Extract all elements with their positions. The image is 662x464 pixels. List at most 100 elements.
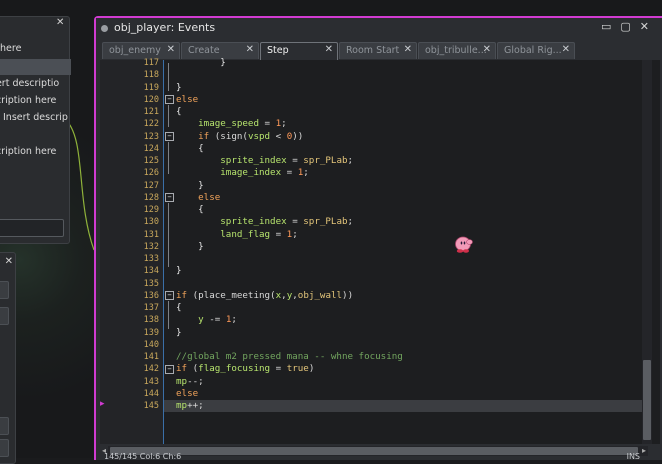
line-number: 122 — [143, 119, 159, 130]
scrollbar-thumb[interactable] — [643, 360, 651, 440]
vertical-scrollbar[interactable] — [642, 60, 652, 444]
tab-label: obj_enemy — [109, 45, 161, 56]
events-window: obj_player: Events ▭▢✕ obj_enemy ✕ Creat… — [94, 16, 662, 462]
panel-button[interactable] — [0, 281, 9, 299]
line-number: 135 — [143, 278, 159, 289]
panel-input[interactable] — [0, 219, 64, 237]
line-number: 136 — [143, 290, 159, 301]
code-line-138: y -= 1; — [198, 314, 237, 326]
line-number: 133 — [143, 254, 159, 264]
code-line-124: { — [198, 142, 204, 154]
code-line-127: } — [198, 179, 204, 191]
description-panel: ✕ n here sert descriptio scription here … — [0, 16, 71, 244]
line-number: 120 — [143, 94, 159, 105]
line-number: 140 — [143, 339, 159, 350]
code-editor[interactable]: 117 118 119 120 121 122 123 124 125 126 127 128 129 1… — [100, 57, 660, 456]
code-line-139: } — [176, 326, 182, 338]
code-line-123: if (sign(vspd < 0)) — [198, 130, 304, 142]
line-number: 123 — [143, 131, 159, 142]
code-line-134: } — [176, 265, 182, 277]
kirby-cursor-icon — [455, 236, 473, 253]
list-item[interactable]: Insert descrip — [3, 112, 83, 123]
fold-toggle-icon[interactable]: − — [165, 365, 174, 374]
code-line-137: { — [176, 302, 182, 313]
code-line-145-current: mp++; — [164, 400, 646, 413]
code-line-131: land_flag = 1; — [220, 228, 298, 240]
list-item[interactable]: n here — [0, 43, 71, 54]
insert-mode: INS — [626, 452, 640, 461]
close-tab-icon[interactable]: ✕ — [325, 44, 333, 55]
fold-toggle-icon[interactable]: − — [165, 291, 174, 300]
bookmark-arrow-icon: ▸ — [100, 399, 105, 409]
panel-button[interactable] — [0, 307, 9, 325]
code-line-119: } — [176, 81, 182, 93]
line-number: 134 — [143, 266, 159, 277]
code-line-125: sprite_index = spr_PLab; — [220, 155, 354, 166]
close-tab-icon[interactable]: ✕ — [404, 44, 412, 55]
line-number: 119 — [143, 82, 159, 93]
list-item[interactable]: scription here — [0, 146, 71, 157]
code-line-130: sprite_index = spr_PLab; — [220, 216, 354, 228]
panel-button[interactable] — [0, 439, 9, 457]
code-line-144: else — [176, 387, 199, 399]
fold-toggle-icon[interactable]: − — [165, 95, 174, 104]
fold-toggle-icon[interactable]: − — [165, 193, 174, 202]
line-number: 126 — [143, 168, 159, 179]
close-tab-icon[interactable]: ✕ — [167, 44, 175, 55]
line-number: 121 — [143, 107, 159, 117]
close-tab-icon[interactable]: ✕ — [483, 44, 491, 55]
tab-label: Room Start — [346, 45, 400, 56]
code-line-132: } — [198, 240, 204, 252]
code-line-142: if (flag_focusing = true) — [176, 363, 315, 375]
line-number: 128 — [143, 192, 159, 203]
line-number: 145 — [143, 401, 159, 411]
window-icon — [101, 25, 108, 32]
cursor-position: 145/145 Col:6 Ch:6 — [104, 452, 182, 461]
line-number: 143 — [143, 376, 159, 387]
line-number: 139 — [143, 327, 159, 338]
code-line-141: //global m2 pressed mana -- whne focusin… — [176, 351, 403, 362]
line-number: 117 — [143, 58, 159, 68]
window-controls[interactable]: ▭▢✕ — [601, 20, 658, 33]
close-icon[interactable]: ✕ — [56, 18, 66, 28]
code-line-143: mp--; — [176, 375, 204, 387]
list-item[interactable]: sert descriptio — [0, 78, 71, 89]
code-line-121: { — [176, 106, 182, 117]
status-bar: 145/145 Col:6 Ch:6 INS — [100, 452, 660, 462]
window-title: obj_player: Events — [114, 21, 216, 34]
line-number: 142 — [143, 364, 159, 375]
line-number: 130 — [143, 217, 159, 228]
list-item-selected[interactable] — [0, 59, 71, 75]
code-lines[interactable]: } } else { image_speed = 1; if (sign(vsp… — [164, 57, 646, 413]
code-line-128: else — [198, 191, 221, 203]
code-line-120: else — [176, 93, 199, 105]
line-number: 125 — [143, 156, 159, 166]
line-number: 127 — [143, 180, 159, 191]
line-number: 129 — [143, 205, 159, 215]
code-line-122: image_speed = 1; — [198, 118, 287, 130]
close-tab-icon[interactable]: ✕ — [562, 44, 570, 55]
close-tab-icon[interactable]: ✕ — [246, 44, 254, 55]
line-numbers: 117 118 119 120 121 122 123 124 125 126 127 128 129 1… — [134, 57, 162, 412]
secondary-panel: ✕ — [0, 252, 16, 464]
fold-toggle-icon[interactable]: − — [165, 132, 174, 141]
line-number: 137 — [143, 303, 159, 313]
code-line-136: if (place_meeting(x,y,obj_wall)) — [176, 289, 354, 301]
line-number: 131 — [143, 229, 159, 240]
tab-label: Create — [188, 45, 220, 56]
panel-button[interactable] — [0, 417, 9, 435]
line-number: 144 — [143, 388, 159, 399]
close-icon[interactable]: ✕ — [5, 256, 13, 267]
line-number: 124 — [143, 143, 159, 154]
line-number: 132 — [143, 241, 159, 252]
line-number: 141 — [143, 352, 159, 362]
list-item[interactable]: scription here — [0, 95, 71, 106]
tab-label: Global Rig... — [504, 45, 562, 56]
tab-label: obj_tribulle... — [425, 45, 487, 56]
code-line-129: { — [198, 204, 204, 215]
window-titlebar[interactable]: obj_player: Events ▭▢✕ — [96, 18, 662, 38]
